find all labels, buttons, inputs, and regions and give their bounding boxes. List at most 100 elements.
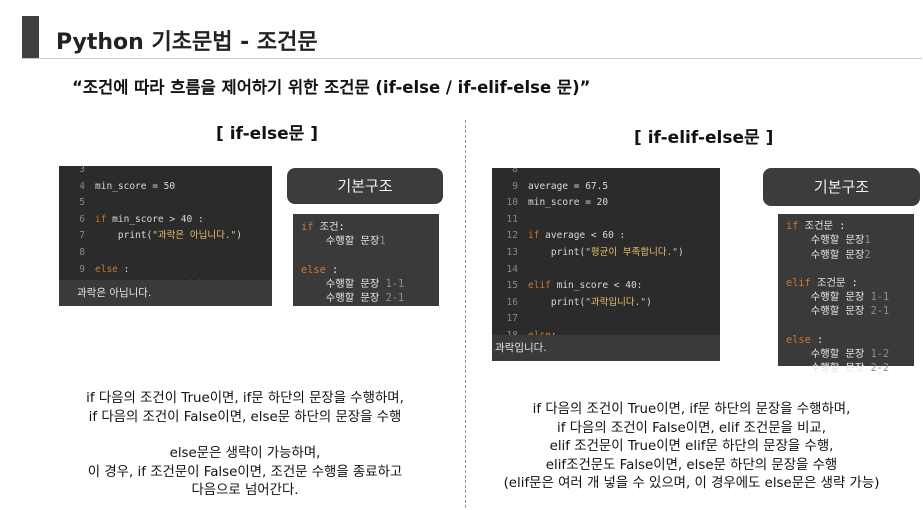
description-line: if 다음의 조건이 False이면, else문 하단의 문장을 수행	[88, 409, 402, 425]
code-line: 13 print("평균이 부족합니다.")	[492, 245, 720, 262]
code-string: "과락은 아닙니다."	[152, 230, 237, 242]
code-keyword: else	[95, 263, 118, 275]
structure-number: 2	[864, 248, 871, 261]
line-number: 3	[79, 166, 85, 175]
structure-number: 2-1	[870, 305, 890, 318]
code-string: "평균이 부족합니다."	[585, 246, 679, 258]
structure-line: 수행할 문장 1-2	[786, 347, 906, 361]
code-text: )	[678, 246, 684, 258]
code-text: min_score > 40 :	[106, 213, 204, 225]
description-line: 이 경우, if 조건문이 False이면, 조건문 수행을 종료하고	[87, 464, 403, 480]
code-line: 8	[492, 168, 720, 179]
code-text: average < 60 :	[539, 230, 626, 242]
structure-keyword: if	[786, 220, 799, 232]
title-accent-bar	[22, 16, 39, 58]
code-line: 14	[492, 262, 720, 279]
line-number: 15	[506, 280, 518, 292]
structure-number: 2-2	[870, 362, 890, 375]
code-keyword: if	[528, 230, 540, 242]
structure-number: 1-2	[870, 348, 890, 361]
line-number: 8	[79, 246, 85, 258]
page-subtitle: “조건에 따라 흐름을 제어하기 위한 조건문 (if-else / if-el…	[72, 78, 591, 97]
structure-line: else :	[301, 263, 431, 277]
code-text: min_score < 40:	[550, 280, 643, 292]
line-number: 17	[506, 313, 518, 325]
code-text: )	[646, 296, 652, 308]
structure-keyword: else	[786, 333, 811, 346]
code-line: 8	[59, 245, 272, 262]
basic-structure-button[interactable]: 기본구조	[287, 168, 443, 204]
structure-line: 수행할 문장2	[786, 248, 906, 262]
structure-keyword: if	[301, 221, 314, 233]
code-text: print(	[528, 296, 586, 308]
code-output: 과락은 아닙니다.	[59, 280, 272, 306]
structure-number: 1	[379, 235, 386, 248]
code-line: 17	[492, 311, 720, 328]
if-else-heading: [ if-else문 ]	[216, 124, 319, 144]
structure-number: 1	[864, 234, 871, 247]
structure-line: if 조건문 :	[786, 219, 906, 233]
basic-structure-button[interactable]: 기본구조	[763, 168, 920, 206]
structure-text: 수행할 문장	[786, 291, 871, 304]
code-text: print(	[528, 246, 586, 258]
code-line: 3	[59, 166, 272, 179]
structure-line: 수행할 문장 2-2	[786, 361, 906, 375]
code-keyword: if	[95, 213, 107, 225]
description-line: if 다음의 조건이 False이면, elif 조건문을 비교,	[557, 420, 826, 436]
line-number: 16	[506, 296, 518, 308]
description-line: if 다음의 조건이 True이면, if문 하단의 문장을 수행하며,	[532, 402, 851, 417]
structure-line: 수행할 문장 1-1	[301, 277, 431, 291]
structure-text: 수행할 문장	[786, 348, 871, 361]
description-line: 다음으로 넘어간다.	[191, 483, 299, 498]
code-string: "과락입니다."	[585, 296, 647, 308]
structure-text: 수행할 문장	[786, 248, 865, 261]
structure-line: 수행할 문장 2-1	[786, 304, 906, 318]
description-line: (elif문은 여러 개 넣을 수 있으며, 이 경우에도 else문은 생략 …	[503, 476, 880, 491]
structure-text: 조건문 :	[798, 220, 846, 232]
structure-text: :	[810, 333, 824, 346]
code-line: 16 print("과락입니다.")	[492, 295, 720, 312]
structure-text: 수행할 문장	[301, 235, 380, 248]
code-keyword: elif	[528, 280, 551, 292]
structure-line: 수행할 문장 1-1	[786, 290, 906, 304]
structure-line: else :	[786, 333, 906, 347]
structure-keyword: elif	[786, 276, 811, 289]
description-line: elif조건문도 False이면, else문 하단의 문장을 수행	[545, 457, 838, 473]
structure-text: 수행할 문장	[301, 292, 386, 305]
line-number: 8	[512, 168, 518, 175]
structure-text: 수행할 문장	[301, 277, 386, 290]
structure-number: 1-1	[385, 277, 405, 290]
line-number: 12	[506, 230, 518, 242]
structure-line	[786, 262, 906, 276]
description-line: else문은 생략이 가능하며,	[169, 446, 321, 461]
code-text: min_score = 20	[528, 197, 609, 209]
structure-line	[301, 249, 431, 263]
code-line: 9 else :	[59, 262, 272, 279]
if-elif-else-code-window: 8 9 average = 67.5 10 min_score = 20 11 12 if a…	[492, 168, 720, 361]
title-divider	[22, 58, 922, 59]
code-text: print(	[95, 230, 153, 242]
if-else-structure-box: if 조건: 수행할 문장1 else : 수행할 문장 1-1 수행할 문장 2…	[293, 214, 439, 306]
if-else-description: if 다음의 조건이 True이면, if문 하단의 문장을 수행하며, if 다…	[40, 390, 450, 501]
structure-line: if 조건:	[301, 220, 431, 234]
code-output: 과락입니다.	[492, 335, 720, 361]
line-number: 11	[506, 213, 518, 225]
code-line: 6 if min_score > 40 :	[59, 212, 272, 229]
code-line: 15 elif min_score < 40:	[492, 278, 720, 295]
structure-number: 2-1	[385, 292, 405, 305]
page-title: Python 기초문법 - 조건문	[56, 30, 318, 55]
structure-text: :	[325, 263, 339, 276]
structure-line: 수행할 문장 2-1	[301, 291, 431, 305]
code-line: 10 min_score = 20	[492, 195, 720, 212]
code-lines: 8 9 average = 67.5 10 min_score = 20 11 12 if a…	[492, 168, 720, 361]
line-number: 9	[79, 263, 85, 275]
code-lines: 3 4 min_score = 50 5 6 if min_score > 40 : 7 p…	[59, 166, 272, 295]
code-text: :	[117, 263, 130, 275]
structure-text: 수행할 문장	[786, 234, 865, 247]
code-line: 9 average = 67.5	[492, 179, 720, 196]
structure-line: 수행할 문장1	[786, 233, 906, 247]
structure-keyword: else	[301, 263, 326, 276]
structure-line	[786, 319, 906, 333]
code-line: 5	[59, 195, 272, 212]
code-text: min_score = 50	[95, 180, 176, 192]
